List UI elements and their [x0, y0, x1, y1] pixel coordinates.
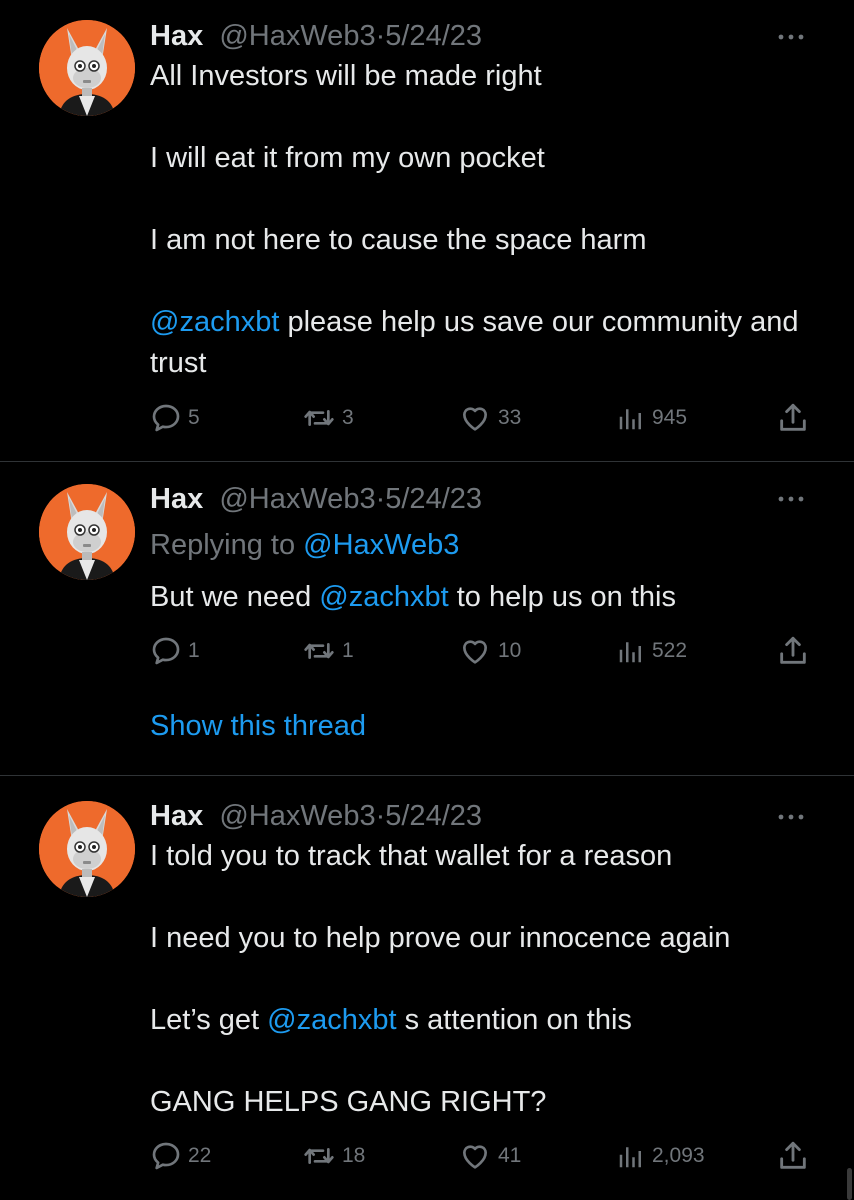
tweet-line: I need you to help prove our innocence a…: [150, 922, 731, 954]
replying-to: Replying to @HaxWeb3: [150, 529, 460, 561]
display-name[interactable]: Hax: [150, 800, 203, 832]
handle[interactable]: @HaxWeb3: [211, 483, 375, 515]
tweet-header: Hax @HaxWeb3·5/24/23: [150, 479, 814, 519]
tweet-header: Hax @HaxWeb3·5/24/23: [150, 16, 814, 56]
views-button[interactable]: 945: [616, 400, 687, 436]
tweet-text: But we need @zachxbt to help us on this: [150, 577, 814, 618]
reply-icon: [150, 1140, 182, 1172]
more-icon[interactable]: [776, 812, 806, 822]
tweet-line: All Investors will be made right: [150, 60, 542, 92]
reply-count: 1: [188, 639, 200, 662]
share-button[interactable]: [776, 1138, 810, 1174]
avatar[interactable]: [39, 20, 135, 116]
share-icon: [776, 634, 810, 668]
more-icon[interactable]: [776, 32, 806, 42]
share-icon: [776, 401, 810, 435]
view-count: 945: [652, 406, 688, 429]
mention-link[interactable]: @zachxbt: [150, 306, 279, 338]
tweet-line: I will eat it from my own pocket: [150, 142, 545, 174]
retweet-count: 3: [342, 406, 354, 429]
share-icon: [776, 1139, 810, 1173]
replying-to-link[interactable]: @HaxWeb3: [303, 529, 459, 561]
retweet-icon: [302, 402, 336, 434]
scrollbar[interactable]: [847, 1168, 852, 1200]
separator: ·: [375, 800, 386, 832]
view-count: 522: [652, 639, 688, 662]
like-count: 33: [498, 406, 522, 429]
reply-icon: [150, 635, 182, 667]
retweet-button[interactable]: 1: [302, 633, 354, 669]
like-count: 10: [498, 639, 522, 662]
retweet-button[interactable]: 18: [302, 1138, 365, 1174]
retweet-count: 18: [342, 1144, 366, 1167]
tweet-line: I am not here to cause the space harm: [150, 224, 647, 256]
heart-icon: [458, 402, 492, 434]
tweet-line: I told you to track that wallet for a re…: [150, 840, 673, 872]
tweet[interactable]: Hax @HaxWeb3·5/24/23 Replying to @HaxWeb…: [0, 462, 854, 775]
mention-link[interactable]: @zachxbt: [319, 581, 448, 613]
handle[interactable]: @HaxWeb3: [211, 800, 375, 832]
reply-button[interactable]: 1: [150, 633, 200, 669]
reply-button[interactable]: 22: [150, 1138, 211, 1174]
retweet-count: 1: [342, 639, 354, 662]
tweet-line: @zachxbt please help us save our communi…: [150, 306, 799, 379]
heart-icon: [458, 1140, 492, 1172]
timestamp[interactable]: 5/24/23: [385, 483, 482, 515]
show-thread-link[interactable]: Show this thread: [150, 708, 366, 744]
action-bar: 1 1 10 522: [150, 633, 814, 669]
display-name[interactable]: Hax: [150, 483, 203, 515]
retweet-button[interactable]: 3: [302, 400, 354, 436]
retweet-icon: [302, 635, 336, 667]
views-icon: [616, 403, 646, 433]
tweet-line: But we need @zachxbt to help us on this: [150, 581, 677, 613]
views-button[interactable]: 522: [616, 633, 687, 669]
tweet[interactable]: Hax @HaxWeb3·5/24/23 All Investors will …: [0, 0, 854, 461]
like-count: 41: [498, 1144, 522, 1167]
reply-button[interactable]: 5: [150, 400, 200, 436]
avatar[interactable]: [39, 801, 135, 897]
like-button[interactable]: 41: [458, 1138, 521, 1174]
tweet-header: Hax @HaxWeb3·5/24/23: [150, 796, 814, 836]
separator: ·: [375, 483, 386, 515]
views-icon: [616, 636, 646, 666]
like-button[interactable]: 10: [458, 633, 521, 669]
views-button[interactable]: 2,093: [616, 1138, 705, 1174]
tweet[interactable]: Hax @HaxWeb3·5/24/23 I told you to track…: [0, 776, 854, 1200]
separator: ·: [375, 20, 386, 52]
tweet-line: Let’s get @zachxbt s attention on this: [150, 1004, 632, 1036]
share-button[interactable]: [776, 633, 810, 669]
handle[interactable]: @HaxWeb3: [211, 20, 375, 52]
display-name[interactable]: Hax: [150, 20, 203, 52]
more-icon[interactable]: [776, 494, 806, 504]
timestamp[interactable]: 5/24/23: [385, 800, 482, 832]
reply-count: 22: [188, 1144, 212, 1167]
heart-icon: [458, 635, 492, 667]
share-button[interactable]: [776, 400, 810, 436]
tweet-text: All Investors will be made right I will …: [150, 56, 814, 384]
views-icon: [616, 1141, 646, 1171]
timestamp[interactable]: 5/24/23: [385, 20, 482, 52]
retweet-icon: [302, 1140, 336, 1172]
action-bar: 5 3 33 945: [150, 400, 814, 436]
reply-icon: [150, 402, 182, 434]
mention-link[interactable]: @zachxbt: [267, 1004, 396, 1036]
avatar[interactable]: [39, 484, 135, 580]
reply-count: 5: [188, 406, 200, 429]
tweet-text: I told you to track that wallet for a re…: [150, 836, 814, 1123]
like-button[interactable]: 33: [458, 400, 521, 436]
view-count: 2,093: [652, 1144, 705, 1167]
tweet-line: GANG HELPS GANG RIGHT?: [150, 1086, 547, 1118]
action-bar: 22 18 41 2,093: [150, 1138, 814, 1174]
